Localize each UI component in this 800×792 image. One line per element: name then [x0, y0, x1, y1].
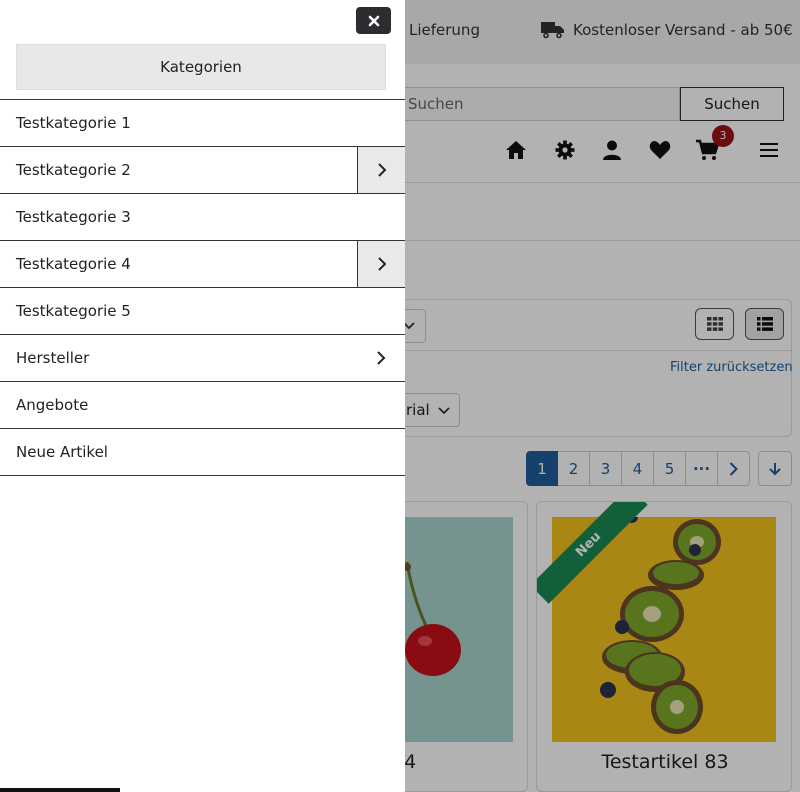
nav-item-label: Neue Artikel	[16, 443, 108, 461]
nav-item-label: Hersteller	[16, 349, 90, 367]
nav-item-hersteller[interactable]: Hersteller	[0, 335, 405, 382]
close-button[interactable]	[356, 7, 391, 34]
nav-item-testkategorie-5[interactable]: Testkategorie 5	[0, 288, 405, 335]
chevron-right-icon	[377, 257, 386, 271]
scroll-indicator	[0, 788, 120, 792]
nav-item-label: Testkategorie 4	[16, 255, 131, 273]
category-list: Testkategorie 1 Testkategorie 2 Testkate…	[0, 99, 405, 476]
nav-item-label: Testkategorie 5	[16, 302, 131, 320]
nav-item-label: Testkategorie 3	[16, 208, 131, 226]
expand-submenu-button[interactable]	[357, 147, 405, 193]
nav-item-label: Testkategorie 2	[16, 161, 131, 179]
nav-item-testkategorie-4[interactable]: Testkategorie 4	[0, 241, 405, 288]
navigation-drawer: Kategorien Testkategorie 1 Testkategorie…	[0, 0, 405, 792]
chevron-right-icon	[377, 351, 386, 365]
nav-item-testkategorie-2[interactable]: Testkategorie 2	[0, 147, 405, 194]
nav-item-testkategorie-3[interactable]: Testkategorie 3	[0, 194, 405, 241]
close-icon	[368, 15, 379, 26]
nav-item-neue-artikel[interactable]: Neue Artikel	[0, 429, 405, 476]
chevron-right-icon	[377, 163, 386, 177]
nav-item-angebote[interactable]: Angebote	[0, 382, 405, 429]
nav-item-label: Testkategorie 1	[16, 114, 131, 132]
categories-header: Kategorien	[16, 44, 386, 90]
nav-item-testkategorie-1[interactable]: Testkategorie 1	[0, 100, 405, 147]
expand-submenu-button[interactable]	[357, 241, 405, 287]
nav-item-label: Angebote	[16, 396, 89, 414]
